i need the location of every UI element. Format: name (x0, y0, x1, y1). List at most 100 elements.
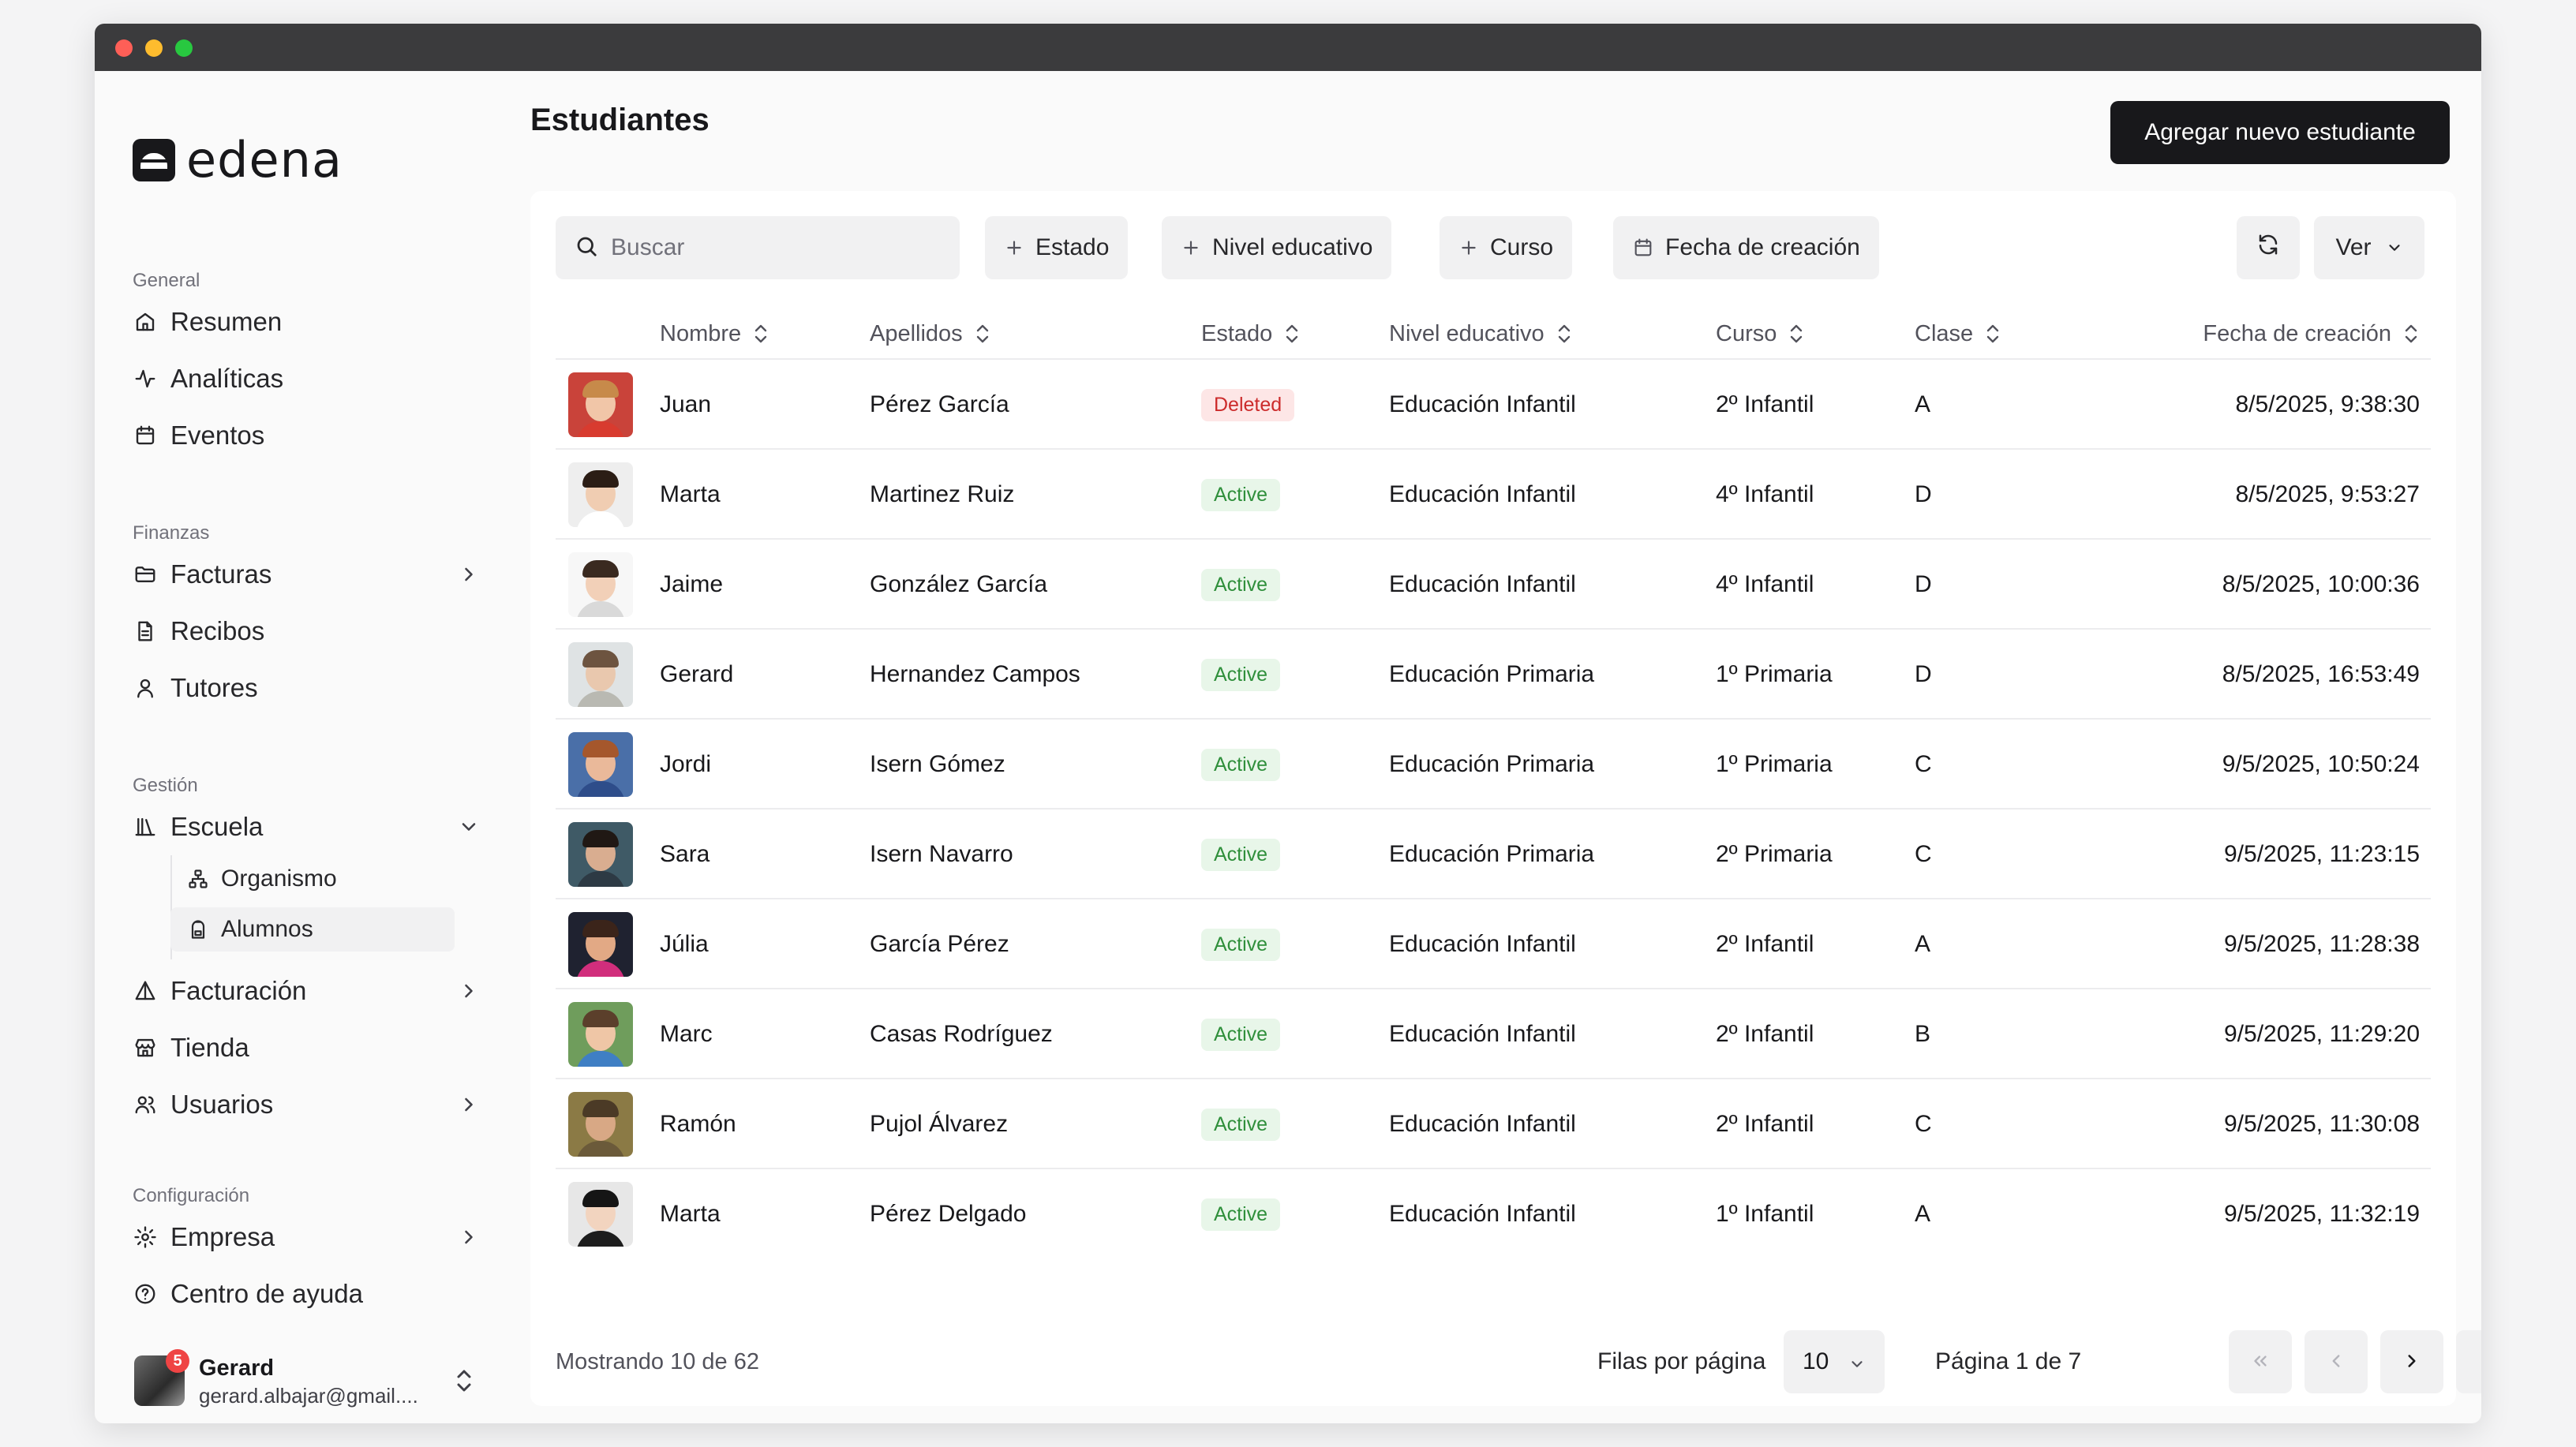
date-filter-button[interactable]: Fecha de creación (1613, 216, 1879, 279)
sidebar-item-facturas[interactable]: Facturas (133, 551, 480, 598)
sidebar-item-empresa[interactable]: Empresa (133, 1213, 480, 1261)
student-avatar (568, 372, 633, 437)
student-avatar (568, 822, 633, 887)
refresh-button[interactable] (2237, 216, 2300, 279)
estado-filter-button[interactable]: Estado (985, 216, 1129, 279)
search-box[interactable] (556, 216, 960, 279)
sidebar-item-tienda[interactable]: Tienda (133, 1024, 480, 1071)
previous-page-button[interactable] (2305, 1330, 2368, 1393)
cell-nivel: Educación Infantil (1389, 1021, 1576, 1047)
rows-per-page-label: Filas por página (1597, 1348, 1766, 1374)
user-email: gerard.albajar@gmail.... (199, 1384, 418, 1408)
page-title: Estudiantes (530, 103, 710, 137)
user-menu[interactable]: 5 Gerard gerard.albajar@gmail.... (134, 1349, 481, 1412)
table-row[interactable]: Jaime González García Active Educación Inf… (556, 540, 2431, 630)
cell-apellidos: Pérez García (870, 391, 1009, 417)
gear-icon (133, 1225, 158, 1250)
table-row[interactable]: Júlia García Pérez Active Educación Infant… (556, 899, 2431, 989)
table-row[interactable]: Marta Martinez Ruiz Active Educación Infan… (556, 450, 2431, 540)
cell-nivel: Educación Infantil (1389, 391, 1576, 417)
section-label-general: General (133, 270, 200, 291)
cell-curso: 4º Infantil (1716, 571, 1814, 597)
view-label: Ver (2335, 234, 2372, 260)
sidebar-item-facturacion[interactable]: Facturación (133, 967, 480, 1015)
cell-nombre: Marc (660, 1021, 713, 1047)
column-header-curso[interactable]: Curso (1716, 308, 1805, 360)
cell-fecha: 8/5/2025, 16:53:49 (2222, 661, 2420, 687)
table-row[interactable]: Gerard Hernandez Campos Active Educación P… (556, 630, 2431, 720)
sort-icon (1556, 322, 1573, 346)
cell-curso: 2º Primaria (1716, 841, 1833, 867)
table-row[interactable]: Juan Pérez García Deleted Educación Infant… (556, 360, 2431, 450)
column-header-fecha-de-creacion[interactable]: Fecha de creación (2203, 308, 2420, 360)
rows-per-page-value: 10 (1803, 1348, 1829, 1374)
sidebar-subitem-alumnos[interactable]: Alumnos (170, 907, 455, 952)
first-page-button[interactable] (2229, 1330, 2292, 1393)
sidebar-item-label: Facturación (170, 976, 307, 1005)
column-header-label: Nombre (660, 320, 742, 346)
calendar-icon (1632, 237, 1654, 259)
column-header-clase[interactable]: Clase (1915, 308, 2001, 360)
page-indicator: Página 1 de 7 (1935, 1348, 2082, 1374)
next-page-button[interactable] (2380, 1330, 2443, 1393)
student-avatar (568, 552, 633, 617)
sidebar-item-tutores[interactable]: Tutores (133, 664, 480, 712)
sidebar-item-label: Facturas (170, 559, 272, 589)
column-header-apellidos[interactable]: Apellidos (870, 308, 991, 360)
users-icon (133, 1092, 158, 1117)
sidebar-item-label: Escuela (170, 812, 264, 841)
sidebar-subitem-organismo[interactable]: Organismo (170, 857, 455, 901)
column-header-nombre[interactable]: Nombre (660, 308, 769, 360)
logo[interactable]: edena (133, 131, 343, 189)
rows-per-page-select[interactable]: 10 (1784, 1330, 1885, 1393)
chevron-down-icon (458, 814, 480, 844)
curso-filter-label: Curso (1490, 234, 1554, 260)
view-button[interactable]: Ver (2314, 216, 2424, 279)
table-row[interactable]: Ramón Pujol Álvarez Active Educación Infan… (556, 1079, 2431, 1169)
table-row[interactable]: Jordi Isern Gómez Active Educación Primari… (556, 720, 2431, 809)
cell-estado: Deleted (1201, 360, 1295, 450)
plus-icon (1004, 237, 1024, 258)
showing-count: Mostrando 10 de 62 (556, 1348, 759, 1374)
table-row[interactable]: Sara Isern Navarro Active Educación Primar… (556, 809, 2431, 899)
cell-apellidos: García Pérez (870, 931, 1009, 957)
last-page-button[interactable] (2456, 1330, 2481, 1393)
cell-nombre: Júlia (660, 931, 709, 957)
search-input[interactable] (611, 234, 927, 261)
maximize-window-button[interactable] (175, 39, 193, 57)
cell-apellidos: Pujol Álvarez (870, 1111, 1009, 1137)
cell-clase: C (1915, 841, 1932, 867)
add-student-button[interactable]: Agregar nuevo estudiante (2110, 101, 2450, 164)
column-header-estado[interactable]: Estado (1201, 308, 1301, 360)
cell-clase: A (1915, 391, 1931, 417)
cell-clase: C (1915, 1111, 1932, 1137)
cell-clase: D (1915, 571, 1932, 597)
sidebar-item-escuela[interactable]: Escuela (133, 803, 480, 851)
sidebar-item-centro-de-ayuda[interactable]: Centro de ayuda (133, 1270, 480, 1318)
sidebar-item-analiticas[interactable]: Analíticas (133, 355, 480, 402)
curso-filter-button[interactable]: Curso (1440, 216, 1573, 279)
cell-fecha: 9/5/2025, 11:23:15 (2224, 841, 2420, 867)
table-header: Nombre Apellidos Estado Nivel educativo Curs… (556, 308, 2431, 360)
sidebar-item-usuarios[interactable]: Usuarios (133, 1081, 480, 1128)
table-row[interactable]: Marta Pérez Delgado Active Educación Infan… (556, 1169, 2431, 1259)
cell-estado: Active (1201, 450, 1281, 540)
cell-estado: Active (1201, 899, 1281, 989)
sidebar-item-recibos[interactable]: Recibos (133, 608, 480, 655)
table-row[interactable]: Marc Casas Rodríguez Active Educación Infa… (556, 989, 2431, 1079)
sidebar-item-resumen[interactable]: Resumen (133, 298, 480, 346)
status-badge: Deleted (1201, 388, 1295, 421)
file-icon (133, 619, 158, 644)
column-header-label: Fecha de creación (2203, 320, 2391, 346)
chevron-right-icon (2402, 1351, 2422, 1374)
cell-nivel: Educación Infantil (1389, 571, 1576, 597)
column-header-label: Curso (1716, 320, 1777, 346)
refresh-icon (2256, 233, 2280, 263)
sidebar-item-eventos[interactable]: Eventos (133, 412, 480, 459)
minimize-window-button[interactable] (145, 39, 163, 57)
close-window-button[interactable] (115, 39, 133, 57)
column-header-label: Nivel educativo (1389, 320, 1544, 346)
nivel-filter-button[interactable]: Nivel educativo (1162, 216, 1392, 279)
column-header-nivel-educativo[interactable]: Nivel educativo (1389, 308, 1573, 360)
sidebar-item-label: Tienda (170, 1033, 249, 1062)
